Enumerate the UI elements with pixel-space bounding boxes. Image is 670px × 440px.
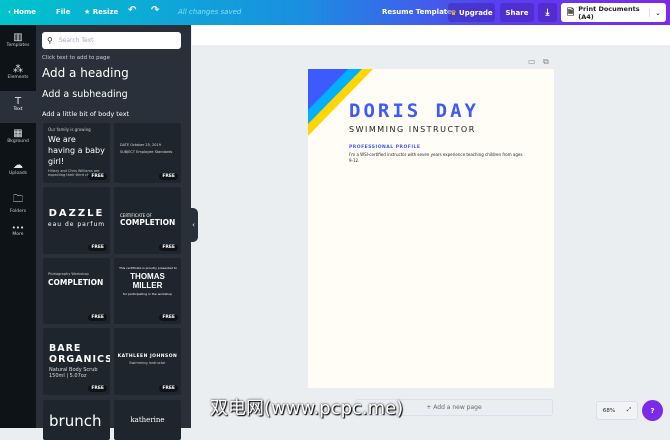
thumb-line: for participating in the workshop bbox=[122, 292, 173, 296]
redo-icon[interactable]: ↷ bbox=[151, 5, 159, 16]
text-template[interactable]: katherine bbox=[114, 400, 181, 440]
rail-label: Folders bbox=[9, 209, 27, 214]
resume-name[interactable]: DORIS DAY bbox=[349, 100, 479, 122]
watermark: 双电网(www.pcpc.me) bbox=[210, 398, 404, 419]
rail-label: Uploads bbox=[8, 171, 28, 176]
text-template[interactable]: This certificate is proudly presented to… bbox=[114, 258, 181, 324]
text-template[interactable]: brunch bbox=[43, 400, 110, 440]
free-badge: FREE bbox=[88, 385, 107, 392]
comment-icon[interactable]: ▭ bbox=[528, 57, 536, 66]
thumb-line: THOMAS MILLER bbox=[130, 272, 165, 290]
text-template[interactable]: DAZZLE eau de parfum FREE bbox=[43, 187, 110, 254]
zoom-level: 68% bbox=[602, 407, 616, 414]
search-icon: ⚲ bbox=[47, 36, 53, 45]
thumb-line: katherine bbox=[130, 416, 165, 424]
rail-background[interactable]: ▦ Bkground bbox=[0, 123, 36, 155]
undo-icon[interactable]: ↶ bbox=[128, 5, 136, 16]
home-label: Home bbox=[13, 8, 37, 16]
rail-label: Templates bbox=[6, 43, 30, 48]
rail-text[interactable]: T Text bbox=[0, 91, 36, 123]
profile-text[interactable]: I'm a WSI-certified instructor with seve… bbox=[349, 152, 524, 164]
thumb-line: COMPLETION bbox=[48, 278, 104, 287]
text-template[interactable]: Photography Workshop COMPLETION FREE bbox=[43, 258, 110, 324]
side-rail: ▥ Templates ⁂ Elements T Text ▦ Bkground ☁ Up… bbox=[0, 25, 36, 428]
thumb-line: KATHLEEN JOHNSON bbox=[117, 354, 178, 359]
thumb-line: DATE October 25, 2019 bbox=[120, 143, 161, 147]
thumb-line: We are having a baby girl! bbox=[48, 135, 105, 166]
document-icon: 🗎 bbox=[567, 7, 575, 18]
free-badge: FREE bbox=[88, 244, 107, 251]
resume-title[interactable]: SWIMMING INSTRUCTOR bbox=[349, 125, 476, 134]
templates-icon: ▥ bbox=[13, 32, 23, 43]
thumb-line: BARE ORGANICS bbox=[49, 343, 110, 365]
help-button[interactable]: ? bbox=[642, 400, 663, 421]
rail-label: Elements bbox=[7, 75, 29, 80]
thumb-line: Our family is growing bbox=[48, 127, 91, 132]
add-subheading[interactable]: Add a subheading bbox=[42, 89, 128, 100]
folder-icon: 🗀 bbox=[13, 194, 23, 205]
resume-template-link[interactable]: Resume Template bbox=[382, 8, 452, 16]
rail-uploads[interactable]: ☁ Uploads bbox=[0, 155, 36, 187]
text-template[interactable]: DATE October 25, 2019 SUBJECT Employee S… bbox=[114, 123, 181, 183]
rail-label: More bbox=[12, 232, 24, 237]
print-label: Print Documents (A4) bbox=[578, 4, 640, 21]
free-badge: FREE bbox=[159, 385, 178, 392]
thumb-line: SUBJECT Employee Standards bbox=[120, 150, 173, 154]
text-template[interactable]: Our family is growing We are having a ba… bbox=[43, 123, 110, 183]
rail-label: Text bbox=[13, 107, 23, 112]
upgrade-button[interactable]: ♛ Upgrade bbox=[448, 3, 495, 22]
file-menu[interactable]: File bbox=[56, 8, 70, 16]
chevron-down-icon[interactable]: ⌄ bbox=[649, 8, 666, 17]
fullscreen-icon[interactable]: ⤢ bbox=[627, 407, 631, 414]
more-icon: ••• bbox=[11, 224, 25, 232]
thumb-line: Swimming Instructor bbox=[129, 361, 166, 365]
elements-icon: ⁂ bbox=[13, 64, 23, 75]
crown-icon: ♛ bbox=[450, 8, 457, 17]
thumb-line: DAZZLE bbox=[48, 208, 105, 219]
thumb-line: COMPLETION bbox=[120, 218, 176, 227]
search-input[interactable]: ⚲ Search Text bbox=[42, 32, 181, 49]
rail-elements[interactable]: ⁂ Elements bbox=[0, 59, 36, 91]
rail-templates[interactable]: ▥ Templates bbox=[0, 27, 36, 59]
download-icon[interactable]: ⤓ bbox=[538, 3, 557, 22]
text-icon: T bbox=[14, 96, 22, 107]
thumb-line: Photography Workshop bbox=[48, 272, 89, 276]
text-template[interactable]: KATHLEEN JOHNSON Swimming Instructor FRE… bbox=[114, 328, 181, 395]
free-badge: FREE bbox=[159, 314, 178, 321]
canvas-toolbar bbox=[192, 25, 670, 45]
upload-icon: ☁ bbox=[13, 160, 23, 171]
thumb-line: brunch bbox=[49, 412, 102, 430]
resize-button[interactable]: ★ Resize bbox=[84, 8, 118, 16]
save-status: All changes saved bbox=[178, 8, 242, 16]
rail-more[interactable]: ••• More bbox=[0, 219, 36, 251]
thumb-line: This certificate is proudly presented to bbox=[119, 266, 177, 270]
text-template[interactable]: BARE ORGANICS Natural Body Scrub 150ml |… bbox=[43, 328, 110, 395]
top-bar: ‹ Home File ★ Resize ↶ ↷ All changes sav… bbox=[0, 0, 670, 25]
rail-folders[interactable]: 🗀 Folders bbox=[0, 187, 36, 219]
section-heading[interactable]: PROFESSIONAL PROFILE bbox=[349, 145, 420, 150]
text-template[interactable]: CERTIFICATE OF COMPLETION FREE bbox=[114, 187, 181, 254]
background-icon: ▦ bbox=[13, 128, 23, 139]
free-badge: FREE bbox=[88, 314, 107, 321]
upgrade-label: Upgrade bbox=[459, 8, 493, 17]
add-heading[interactable]: Add a heading bbox=[42, 66, 129, 80]
rail-label: Bkground bbox=[7, 139, 29, 144]
home-button[interactable]: ‹ Home bbox=[8, 8, 36, 16]
panel-hint: Click text to add to page bbox=[42, 55, 110, 61]
thumb-line: 150ml | 5.07oz bbox=[49, 373, 87, 379]
search-placeholder: Search Text bbox=[58, 37, 94, 44]
print-documents-button[interactable]: 🗎 Print Documents (A4) ⌄ bbox=[561, 3, 666, 22]
free-badge: FREE bbox=[159, 244, 178, 251]
add-body-text[interactable]: Add a little bit of body text bbox=[42, 110, 129, 118]
resize-label: Resize bbox=[92, 8, 119, 16]
resume-page[interactable]: DORIS DAY SWIMMING INSTRUCTOR PROFESSION… bbox=[308, 69, 554, 388]
thumb-line: eau de parfum bbox=[47, 221, 106, 228]
duplicate-page-icon[interactable]: ⧉ bbox=[543, 57, 549, 67]
text-panel: ⚲ Search Text Click text to add to page A… bbox=[36, 25, 191, 440]
free-badge: FREE bbox=[88, 173, 107, 180]
share-button[interactable]: Share bbox=[500, 3, 534, 22]
zoom-control[interactable]: 68% ⤢ bbox=[596, 401, 638, 420]
collapse-panel-handle[interactable]: ‹ bbox=[189, 208, 198, 242]
free-badge: FREE bbox=[159, 173, 178, 180]
